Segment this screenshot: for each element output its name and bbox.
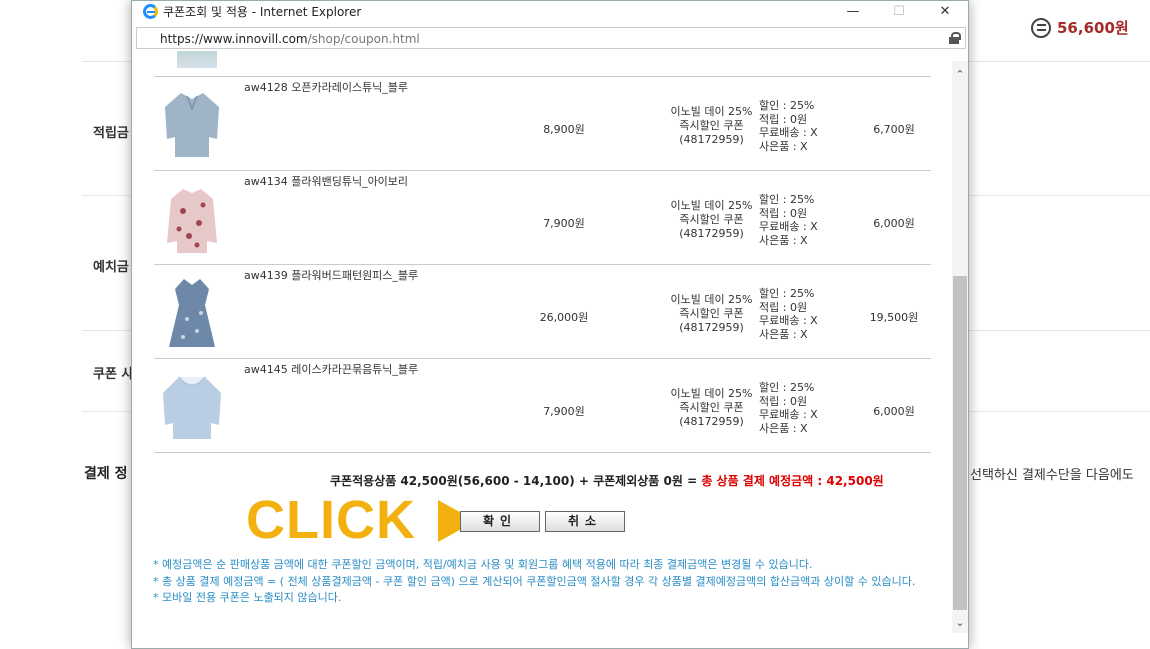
section-label-coupon: 쿠폰 사 bbox=[93, 367, 134, 382]
points-value: 적립 : 0원 bbox=[759, 206, 808, 220]
product-thumbnail bbox=[163, 376, 221, 439]
free-shipping: 무료배송 : X bbox=[759, 314, 818, 327]
notice-item: * 총 상품 결제 예정금액 = ( 전체 상품결제금액 - 쿠폰 할인 금액)… bbox=[153, 574, 916, 588]
gift: 사은품 : X bbox=[759, 327, 808, 341]
product-price: 26,000원 bbox=[539, 311, 589, 324]
coupon-item-row: aw4128 오픈카라레이스튜닉_블루 8,900원 이노빌 데이 25% 즉시… bbox=[154, 76, 931, 170]
lock-icon bbox=[949, 32, 961, 44]
section-label-points: 적립금 bbox=[93, 126, 129, 141]
product-name: aw4145 레이스카라끈묶음튜닉_블루 bbox=[244, 363, 419, 376]
product-thumbnail bbox=[167, 189, 217, 253]
product-thumbnail bbox=[169, 279, 215, 347]
coupon-detail: 할인 : 25% 적립 : 0원 무료배송 : X 사은품 : X bbox=[759, 193, 818, 247]
points-value: 적립 : 0원 bbox=[759, 112, 808, 126]
section-label-deposit: 예치금 bbox=[93, 260, 129, 275]
coupon-item-row: aw4134 플라워밴딩튜닉_아이보리 7,900원 이노빌 데이 25% 즉시… bbox=[154, 170, 931, 264]
url-host: https://www.innovill.com bbox=[160, 32, 308, 46]
coupon-item-row: aw4145 레이스카라끈묶음튜닉_블루 7,900원 이노빌 데이 25% 즉… bbox=[154, 358, 931, 452]
discount-rate: 할인 : 25% bbox=[759, 381, 815, 394]
coupon-popup-window: 쿠폰조회 및 적용 - Internet Explorer — ☐ ✕ http… bbox=[131, 0, 969, 649]
summary-formula: 쿠폰적용상품 42,500원(56,600 - 14,100) + 쿠폰제외상품… bbox=[330, 474, 702, 488]
final-price: 19,500원 bbox=[869, 311, 919, 324]
product-thumbnail bbox=[165, 93, 219, 157]
notice-item: * 모바일 전용 쿠폰은 노출되지 않습니다. bbox=[153, 591, 342, 604]
chevron-down-icon[interactable]: ⌄ bbox=[952, 615, 968, 631]
notice-item: * 예정금액은 순 판매상품 금액에 대한 쿠폰할인 금액이며, 적립/예치금 … bbox=[153, 558, 813, 571]
product-price: 8,900원 bbox=[543, 123, 585, 136]
product-name: aw4139 플라워버드패턴원피스_블루 bbox=[244, 269, 419, 282]
cancel-button[interactable]: 취소 bbox=[545, 511, 625, 532]
gift: 사은품 : X bbox=[759, 139, 808, 153]
points-value: 적립 : 0원 bbox=[759, 300, 808, 314]
product-name: aw4128 오픈카라레이스튜닉_블루 bbox=[244, 81, 409, 94]
free-shipping: 무료배송 : X bbox=[759, 408, 818, 421]
product-name: aw4134 플라워밴딩튜닉_아이보리 bbox=[244, 175, 409, 188]
scrollbar-thumb[interactable] bbox=[953, 276, 967, 610]
equals-icon bbox=[1031, 17, 1051, 38]
section-title-payment: 결제 정 bbox=[84, 466, 128, 482]
gift: 사은품 : X bbox=[759, 233, 808, 247]
discount-rate: 할인 : 25% bbox=[759, 193, 815, 206]
click-annotation: CLICK bbox=[246, 490, 416, 550]
coupon-detail: 할인 : 25% 적립 : 0원 무료배송 : X 사은품 : X bbox=[759, 381, 818, 435]
payment-method-text: 선택하신 결제수단을 다음에도 bbox=[970, 468, 1134, 483]
chevron-up-icon[interactable]: ⌃ bbox=[952, 67, 968, 83]
final-price: 6,000원 bbox=[873, 217, 915, 230]
discount-rate: 할인 : 25% bbox=[759, 287, 815, 300]
window-title: 쿠폰조회 및 적용 - Internet Explorer bbox=[163, 4, 362, 19]
discount-rate: 할인 : 25% bbox=[759, 99, 815, 112]
free-shipping: 무료배송 : X bbox=[759, 126, 818, 139]
summary-total: 총 상품 결제 예정금액 : 42,500원 bbox=[701, 474, 884, 488]
close-button[interactable]: ✕ bbox=[922, 1, 968, 21]
minimize-button[interactable]: — bbox=[830, 1, 876, 21]
address-bar[interactable]: https://www.innovill.com/shop/coupon.htm… bbox=[136, 27, 966, 49]
url-path: /shop/coupon.html bbox=[307, 32, 420, 46]
confirm-button[interactable]: 확인 bbox=[460, 511, 540, 532]
product-thumbnail bbox=[177, 51, 217, 68]
final-price: 6,700원 bbox=[873, 123, 915, 136]
free-shipping: 무료배송 : X bbox=[759, 220, 818, 233]
points-value: 적립 : 0원 bbox=[759, 394, 808, 408]
vertical-scrollbar[interactable]: ⌃ ⌄ bbox=[952, 61, 968, 633]
coupon-item-row: aw4139 플라워버드패턴원피스_블루 26,000원 이노빌 데이 25% … bbox=[154, 264, 931, 358]
payment-summary: 쿠폰적용상품 42,500원(56,600 - 14,100) + 쿠폰제외상품… bbox=[330, 472, 884, 489]
coupon-detail: 할인 : 25% 적립 : 0원 무료배송 : X 사은품 : X bbox=[759, 287, 818, 341]
title-bar: 쿠폰조회 및 적용 - Internet Explorer — ☐ ✕ bbox=[132, 1, 968, 21]
gift: 사은품 : X bbox=[759, 421, 808, 435]
internet-explorer-icon bbox=[143, 3, 158, 19]
maximize-button[interactable]: ☐ bbox=[876, 1, 922, 21]
product-price: 7,900원 bbox=[543, 217, 585, 230]
notice-list: * 예정금액은 순 판매상품 금액에 대한 쿠폰할인 금액이며, 적립/예치금 … bbox=[153, 557, 943, 607]
final-price: 6,000원 bbox=[873, 405, 915, 418]
total-amount: 56,600원 bbox=[1031, 17, 1129, 38]
coupon-content: aw4128 오픈카라레이스튜닉_블루 8,900원 이노빌 데이 25% 즉시… bbox=[133, 51, 953, 641]
product-price: 7,900원 bbox=[543, 405, 585, 418]
total-amount-value: 56,600원 bbox=[1057, 19, 1129, 37]
coupon-detail: 할인 : 25% 적립 : 0원 무료배송 : X 사은품 : X bbox=[759, 99, 818, 153]
table-bottom-border bbox=[154, 452, 931, 453]
